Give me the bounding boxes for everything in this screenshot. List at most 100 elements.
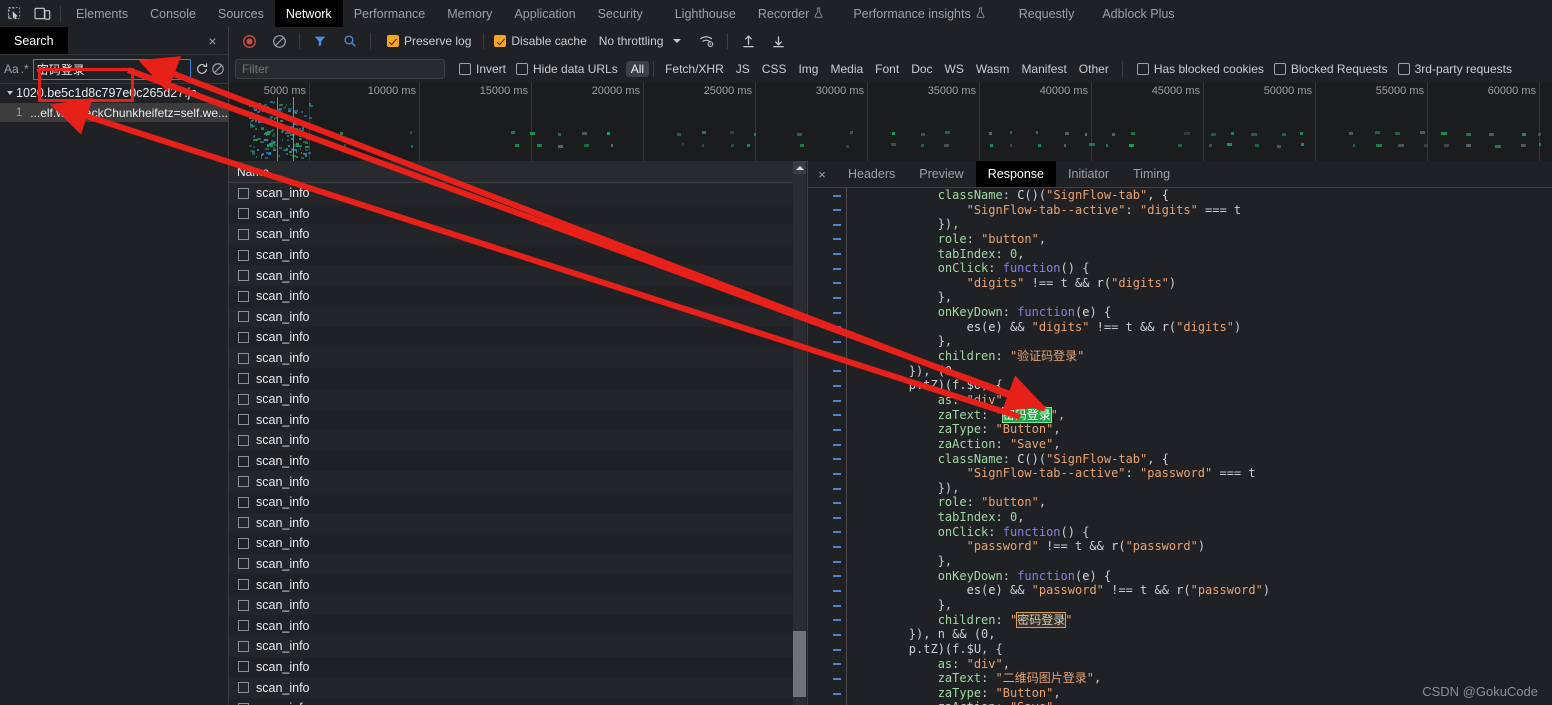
requests-scrollbar[interactable] bbox=[793, 161, 806, 705]
import-har-icon[interactable] bbox=[734, 28, 762, 54]
search-tab[interactable]: Search bbox=[0, 27, 68, 54]
clear-requests-icon[interactable] bbox=[265, 28, 293, 54]
close-icon[interactable]: × bbox=[203, 31, 222, 50]
disable-cache-checkbox[interactable]: Disable cache bbox=[494, 34, 587, 48]
preserve-log-checkbox[interactable]: Preserve log bbox=[387, 34, 471, 48]
regex-toggle[interactable]: .* bbox=[21, 58, 29, 80]
chevron-down-icon[interactable] bbox=[673, 39, 682, 43]
tab-security[interactable]: Security bbox=[587, 0, 654, 27]
search-icon[interactable] bbox=[336, 28, 364, 54]
search-drawer-header: Search × bbox=[0, 27, 228, 55]
tab-response[interactable]: Response bbox=[975, 161, 1057, 187]
scrollbar-thumb[interactable] bbox=[793, 631, 806, 697]
search-result-line[interactable]: 1 ...elf.webpackChunkheifetz=self.we... bbox=[0, 103, 228, 122]
table-row[interactable]: scan_info bbox=[229, 285, 800, 307]
table-row[interactable]: scan_info bbox=[229, 306, 800, 328]
table-row[interactable]: scan_info bbox=[229, 656, 800, 678]
table-row[interactable]: scan_info bbox=[229, 677, 800, 698]
third-party-requests-checkbox[interactable]: 3rd-party requests bbox=[1397, 62, 1512, 76]
search-result-file[interactable]: 1020.be5c1d8c797e0c265d27.js bbox=[0, 83, 228, 103]
timeline-mark bbox=[306, 137, 310, 140]
filter-type-wasm[interactable]: Wasm bbox=[971, 61, 1015, 77]
match-case-toggle[interactable]: Aa bbox=[4, 58, 19, 80]
code-content[interactable]: className: C()("SignFlow-tab", { "SignFl… bbox=[847, 188, 1552, 705]
filter-type-ws[interactable]: WS bbox=[940, 61, 969, 77]
tab-sources[interactable]: Sources bbox=[207, 0, 275, 27]
table-row[interactable]: scan_info bbox=[229, 265, 800, 286]
response-code-viewer[interactable]: className: C()("SignFlow-tab", { "SignFl… bbox=[808, 188, 1552, 705]
table-row[interactable]: scan_info bbox=[229, 409, 800, 431]
table-row[interactable]: scan_info bbox=[229, 244, 800, 266]
scrollbar-up-button[interactable] bbox=[793, 161, 806, 174]
tab-preview[interactable]: Preview bbox=[907, 161, 975, 187]
blocked-requests-checkbox[interactable]: Blocked Requests bbox=[1273, 62, 1388, 76]
filter-icon[interactable] bbox=[306, 28, 334, 54]
table-row[interactable]: scan_info bbox=[229, 388, 800, 410]
table-row[interactable]: scan_info bbox=[229, 697, 800, 705]
clear-search-icon[interactable] bbox=[211, 58, 225, 80]
invert-checkbox[interactable]: Invert bbox=[459, 62, 506, 76]
tab-initiator[interactable]: Initiator bbox=[1056, 161, 1121, 187]
table-row[interactable]: scan_info bbox=[229, 471, 800, 492]
table-row[interactable]: scan_info bbox=[229, 533, 800, 554]
table-row[interactable]: scan_info bbox=[229, 203, 800, 225]
tab-performance-insights[interactable]: Performance insights bbox=[842, 0, 995, 27]
table-row[interactable]: scan_info bbox=[229, 574, 800, 595]
wifi-settings-icon[interactable] bbox=[693, 28, 721, 54]
filter-type-manifest[interactable]: Manifest bbox=[1016, 61, 1071, 77]
table-row[interactable]: scan_info bbox=[229, 636, 800, 657]
table-row[interactable]: scan_info bbox=[229, 224, 800, 245]
chevron-down-icon[interactable] bbox=[7, 91, 13, 95]
filter-type-media[interactable]: Media bbox=[825, 61, 868, 77]
tab-elements[interactable]: Elements bbox=[65, 0, 139, 27]
refresh-icon[interactable] bbox=[195, 58, 209, 80]
filter-type-font[interactable]: Font bbox=[870, 61, 904, 77]
table-row[interactable]: scan_info bbox=[229, 450, 800, 472]
close-detail-icon[interactable]: × bbox=[808, 161, 836, 187]
export-har-icon[interactable] bbox=[764, 28, 792, 54]
timeline-mark bbox=[271, 134, 275, 137]
inspect-element-icon[interactable] bbox=[0, 1, 28, 27]
code-line: onClick: function() { bbox=[851, 261, 1552, 276]
filter-type-img[interactable]: Img bbox=[793, 61, 823, 77]
timeline-mark bbox=[298, 137, 301, 140]
table-row[interactable]: scan_info bbox=[229, 615, 800, 637]
tab-timing[interactable]: Timing bbox=[1121, 161, 1182, 187]
table-row[interactable]: scan_info bbox=[229, 183, 800, 204]
tab-lighthouse[interactable]: Lighthouse bbox=[664, 0, 747, 27]
filter-type-doc[interactable]: Doc bbox=[906, 61, 937, 77]
timeline-mark bbox=[285, 104, 288, 107]
table-row[interactable]: scan_info bbox=[229, 594, 800, 616]
table-row[interactable]: scan_info bbox=[229, 368, 800, 389]
has-blocked-cookies-checkbox[interactable]: Has blocked cookies bbox=[1136, 62, 1264, 76]
tab-network[interactable]: Network bbox=[274, 0, 343, 27]
tab-headers[interactable]: Headers bbox=[836, 161, 907, 187]
filter-type-fetch-xhr[interactable]: Fetch/XHR bbox=[660, 61, 729, 77]
record-icon[interactable] bbox=[235, 28, 263, 54]
table-row[interactable]: scan_info bbox=[229, 512, 800, 534]
filter-type-all[interactable]: All bbox=[625, 61, 650, 77]
table-row[interactable]: scan_info bbox=[229, 347, 800, 369]
filter-input[interactable] bbox=[235, 59, 445, 79]
device-toolbar-icon[interactable] bbox=[28, 1, 56, 27]
table-row[interactable]: scan_info bbox=[229, 491, 800, 513]
table-row[interactable]: scan_info bbox=[229, 327, 800, 348]
table-row[interactable]: scan_info bbox=[229, 553, 800, 575]
throttling-select[interactable]: No throttling bbox=[599, 34, 664, 48]
tab-performance[interactable]: Performance bbox=[343, 0, 437, 27]
requests-table-body[interactable]: scan_info scan_info scan_info scan_info scan… bbox=[229, 183, 800, 705]
tab-memory[interactable]: Memory bbox=[436, 0, 503, 27]
tab-application[interactable]: Application bbox=[503, 0, 586, 27]
filter-type-css[interactable]: CSS bbox=[757, 61, 792, 77]
requests-table-header[interactable]: Name bbox=[229, 161, 800, 183]
tab-recorder[interactable]: Recorder bbox=[747, 0, 834, 27]
table-row[interactable]: scan_info bbox=[229, 430, 800, 451]
network-overview-timeline[interactable]: 5000 ms 10000 ms 15000 ms 20000 ms 25000 ms 3… bbox=[229, 83, 1552, 162]
hide-data-urls-checkbox[interactable]: Hide data URLs bbox=[516, 62, 618, 76]
tab-console[interactable]: Console bbox=[139, 0, 207, 27]
filter-type-other[interactable]: Other bbox=[1074, 61, 1114, 77]
tab-requestly[interactable]: Requestly bbox=[1008, 0, 1086, 27]
tab-adblock-plus[interactable]: Adblock Plus bbox=[1091, 0, 1185, 27]
search-input[interactable] bbox=[32, 58, 191, 80]
filter-type-js[interactable]: JS bbox=[731, 61, 755, 77]
